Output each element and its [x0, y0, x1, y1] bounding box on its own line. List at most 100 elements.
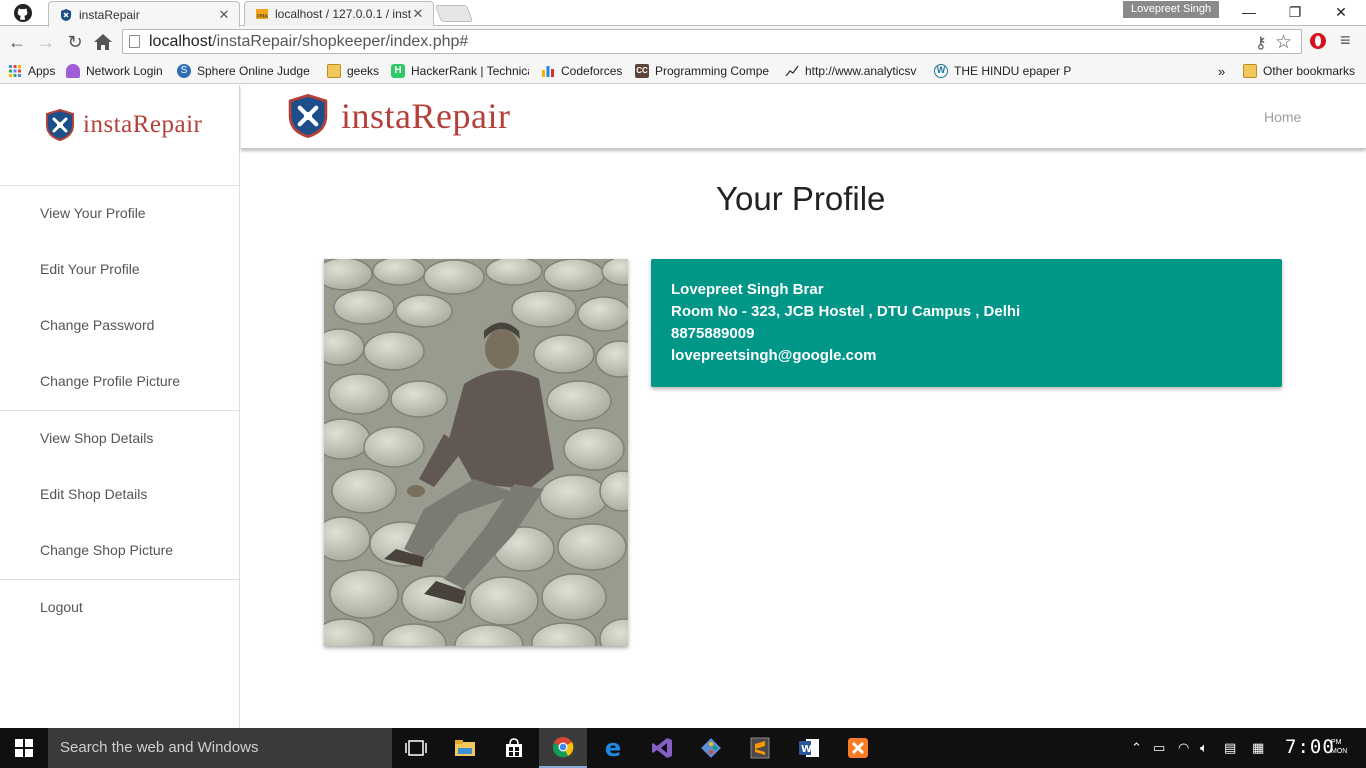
volume-icon[interactable]: 🔈︎: [1200, 740, 1208, 756]
edge-icon: e: [604, 734, 622, 762]
reload-icon[interactable]: ↻: [63, 30, 87, 54]
menu-icon[interactable]: ≡: [1340, 30, 1351, 51]
star-icon[interactable]: ☆: [1275, 31, 1292, 54]
bookmark-geeks[interactable]: geeks: [327, 62, 379, 80]
profile-badge[interactable]: Lovepreet Singh: [1123, 1, 1220, 18]
bookmarks-overflow-button[interactable]: »: [1218, 62, 1225, 80]
back-arrow-icon[interactable]: ←: [5, 30, 29, 54]
battery-icon[interactable]: ▭: [1153, 740, 1165, 756]
close-tab-icon[interactable]: ✕: [411, 6, 425, 22]
taskbar-store[interactable]: [490, 728, 538, 768]
overflow-label: »: [1218, 63, 1226, 79]
sidebar-item-view-profile[interactable]: View Your Profile: [40, 205, 146, 221]
word-icon: W: [799, 739, 819, 757]
tray-chevron-up-icon[interactable]: ⌃: [1131, 740, 1142, 756]
url-host: localhost: [149, 33, 213, 50]
taskbar-search-box[interactable]: Search the web and Windows: [48, 728, 392, 768]
sidebar-item-view-shop[interactable]: View Shop Details: [40, 430, 153, 446]
chrome-icon: [553, 737, 574, 758]
bookmark-the-hindu[interactable]: W THE HINDU epaper PE: [934, 62, 1072, 80]
wifi-icon[interactable]: ◠: [1178, 740, 1189, 756]
bookmark-network-login[interactable]: Network Login: [66, 62, 170, 80]
taskbar-word[interactable]: W: [785, 728, 833, 768]
svg-text:PMA: PMA: [257, 14, 268, 20]
bookmark-label: Programming Compe: [655, 64, 770, 78]
action-center-icon[interactable]: ▤: [1224, 740, 1236, 756]
url-text[interactable]: localhost/instaRepair/shopkeeper/index.p…: [149, 33, 468, 51]
svg-text:W: W: [801, 744, 812, 755]
bookmark-codeforces[interactable]: Codeforces: [541, 62, 622, 80]
opera-icon[interactable]: [1309, 32, 1327, 50]
browser-tab-strip: instaRepair ✕ PMA localhost / 127.0.0.1 …: [0, 0, 1366, 27]
folder-icon: [455, 740, 475, 756]
close-tab-icon[interactable]: ✕: [217, 7, 231, 23]
profile-info-card: Lovepreet Singh Brar Room No - 323, JCB …: [651, 259, 1282, 387]
umbrella-icon: [66, 64, 80, 78]
bookmark-spoj[interactable]: S Sphere Online Judge: [177, 62, 315, 80]
bookmark-label: geeks: [347, 64, 380, 78]
spoj-icon: S: [177, 64, 191, 78]
home-icon[interactable]: [93, 33, 113, 51]
visual-studio-icon: [652, 738, 672, 758]
hackerrank-icon: H: [391, 64, 405, 78]
url-path: /instaRepair/shopkeeper/index.php#: [212, 33, 469, 50]
header-logo[interactable]: instaRepair: [287, 94, 510, 138]
key-icon[interactable]: ⚷: [1255, 33, 1267, 53]
windows-logo-icon: [15, 739, 33, 757]
sidebar-item-change-profile-picture[interactable]: Change Profile Picture: [40, 373, 180, 389]
task-view-icon: [405, 740, 427, 756]
taskbar-git[interactable]: [687, 728, 735, 768]
sidebar-brand: instaRepair: [83, 111, 203, 138]
task-view-button[interactable]: [392, 728, 440, 768]
sidebar-item-logout[interactable]: Logout: [40, 599, 83, 615]
clock-meta[interactable]: PM MON: [1331, 738, 1347, 756]
restore-button[interactable]: ❐: [1272, 0, 1318, 24]
bookmark-apps[interactable]: Apps: [8, 62, 55, 80]
taskbar-chrome[interactable]: [539, 728, 587, 768]
forward-arrow-icon[interactable]: →: [34, 30, 58, 54]
taskbar-visual-studio[interactable]: [638, 728, 686, 768]
bookmark-codechef[interactable]: CC Programming Compe: [635, 62, 773, 80]
tab-phpmyadmin[interactable]: PMA localhost / 127.0.0.1 / inst ✕: [244, 1, 434, 26]
close-window-button[interactable]: ✕: [1318, 0, 1364, 24]
sidebar-item-edit-shop[interactable]: Edit Shop Details: [40, 486, 147, 502]
language-icon[interactable]: ▦: [1252, 740, 1264, 756]
profile-photo-image: [324, 259, 628, 646]
sublime-text-icon: [750, 737, 770, 759]
folder-icon: [1243, 64, 1257, 78]
header-brand: instaRepair: [341, 96, 511, 136]
trend-chart-icon: [785, 65, 799, 77]
minimize-button[interactable]: —: [1226, 0, 1272, 24]
bookmark-label: Network Login: [86, 64, 163, 78]
new-tab-button[interactable]: [434, 5, 474, 22]
tab-title: localhost / 127.0.0.1 / inst: [275, 7, 411, 21]
clock-time[interactable]: 7:00: [1285, 736, 1335, 758]
phpmyadmin-favicon-icon: PMA: [256, 9, 268, 20]
github-icon[interactable]: [14, 4, 32, 22]
windows-taskbar: Search the web and Windows e W ⌃ ▭ ◠ 🔈︎ …: [0, 728, 1366, 768]
nav-home-link[interactable]: Home: [1264, 109, 1301, 125]
bookmark-label: Apps: [28, 64, 56, 78]
sidebar-logo[interactable]: instaRepair: [45, 109, 202, 141]
codechef-icon: CC: [635, 64, 649, 78]
bookmark-analytics[interactable]: http://www.analyticsv: [785, 62, 923, 80]
bookmark-hackerrank[interactable]: H HackerRank | Technica: [391, 62, 529, 80]
sidebar-item-edit-profile[interactable]: Edit Your Profile: [40, 261, 140, 277]
bookmark-label: http://www.analyticsv: [805, 64, 917, 78]
top-navbar: instaRepair Home: [241, 85, 1366, 149]
sidebar-item-change-shop-picture[interactable]: Change Shop Picture: [40, 542, 173, 558]
shield-logo-icon: [288, 94, 328, 138]
profile-address: Room No - 323, JCB Hostel , DTU Campus ,…: [671, 303, 1021, 320]
address-bar[interactable]: localhost/instaRepair/shopkeeper/index.p…: [122, 29, 1302, 54]
bookmark-other[interactable]: Other bookmarks: [1243, 62, 1355, 80]
sidebar-divider: [0, 579, 240, 580]
sidebar-item-change-password[interactable]: Change Password: [40, 317, 154, 333]
taskbar-file-explorer[interactable]: [441, 728, 489, 768]
taskbar-sublime[interactable]: [736, 728, 784, 768]
start-button[interactable]: [0, 728, 48, 768]
store-bag-icon: [506, 738, 522, 757]
tab-instarepair[interactable]: instaRepair ✕: [48, 1, 240, 27]
apps-grid-icon: [9, 65, 21, 77]
taskbar-xampp[interactable]: [834, 728, 882, 768]
taskbar-edge[interactable]: e: [589, 728, 637, 768]
